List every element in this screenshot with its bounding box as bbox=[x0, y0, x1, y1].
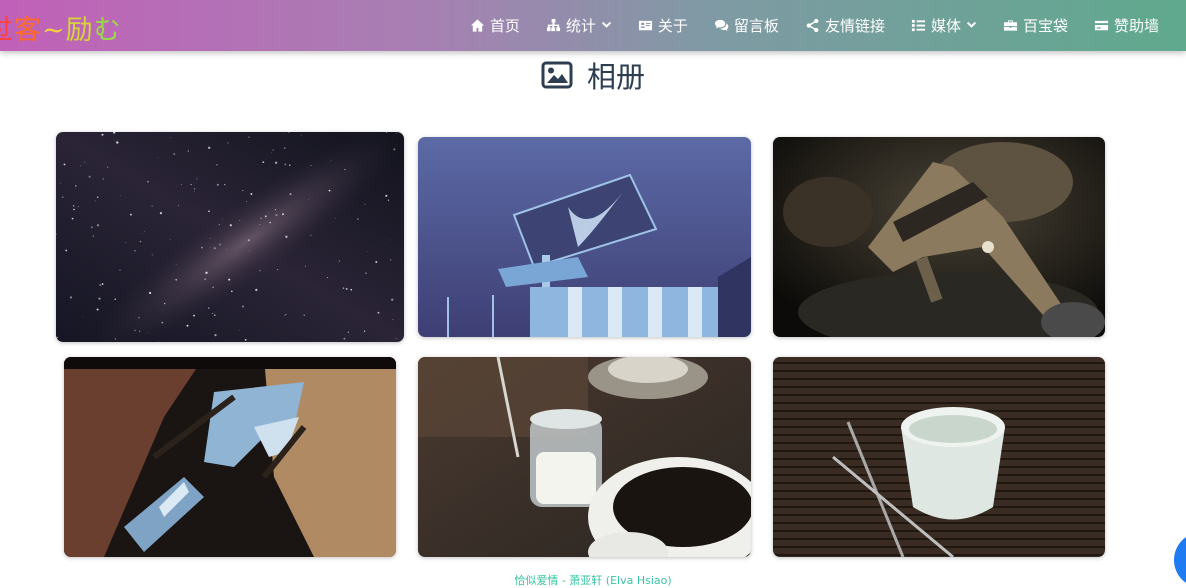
logo-char: 励 bbox=[65, 15, 94, 46]
image-icon bbox=[541, 61, 573, 89]
photo-building-up bbox=[64, 357, 396, 557]
photo-billboard bbox=[418, 137, 751, 337]
nav-item-media[interactable]: 媒体 bbox=[898, 0, 990, 51]
page-title: 相册 bbox=[0, 55, 1186, 95]
nav-item-about[interactable]: 关于 bbox=[625, 0, 701, 51]
logo-char: む bbox=[93, 15, 122, 46]
nav-label: 关于 bbox=[657, 17, 688, 35]
nav-label: 百宝袋 bbox=[1022, 17, 1068, 35]
chevron-down-icon bbox=[601, 21, 611, 28]
logo-char: 过 bbox=[0, 8, 14, 47]
nav-label: 留言板 bbox=[733, 17, 779, 35]
sitemap-icon bbox=[546, 18, 560, 32]
comments-icon bbox=[714, 19, 729, 31]
logo-char: ~ bbox=[42, 15, 66, 46]
logo-char: 客 bbox=[14, 15, 42, 46]
main-nav: 首页 统计 关于 留言板 友情链接 媒体 百宝袋 赞助墙 bbox=[457, 0, 1172, 51]
nav-item-sponsor-wall[interactable]: 赞助墙 bbox=[1081, 0, 1172, 51]
nav-label: 媒体 bbox=[930, 17, 961, 35]
album-photo[interactable] bbox=[418, 137, 751, 337]
nav-item-friend-links[interactable]: 友情链接 bbox=[792, 0, 898, 51]
album-photo[interactable] bbox=[64, 357, 396, 557]
album-photo[interactable] bbox=[773, 357, 1105, 557]
nav-item-home[interactable]: 首页 bbox=[457, 0, 533, 51]
site-logo[interactable]: 过客~励む bbox=[0, 8, 122, 47]
nav-item-toolbox[interactable]: 百宝袋 bbox=[990, 0, 1081, 51]
album-photo[interactable] bbox=[56, 132, 404, 342]
home-icon bbox=[470, 19, 484, 32]
photo-cup-chopsticks bbox=[773, 357, 1105, 557]
toolbox-icon bbox=[1003, 20, 1018, 31]
nav-label: 友情链接 bbox=[824, 17, 885, 35]
id-card-icon bbox=[638, 20, 652, 31]
nav-item-stats[interactable]: 统计 bbox=[533, 0, 625, 51]
nav-label: 首页 bbox=[489, 17, 520, 35]
photo-rifle-helmet bbox=[773, 137, 1105, 337]
credit-card-icon bbox=[1094, 20, 1109, 31]
chevron-down-icon bbox=[966, 21, 977, 28]
top-navbar: 过客~励む 首页 统计 关于 留言板 友情链接 媒体 bbox=[0, 0, 1186, 51]
nav-label: 赞助墙 bbox=[1113, 17, 1159, 35]
list-icon bbox=[911, 19, 926, 32]
photo-coffee-milk bbox=[418, 357, 751, 557]
nav-label: 统计 bbox=[565, 17, 596, 35]
photo-milky-way bbox=[56, 132, 404, 342]
share-icon bbox=[806, 18, 819, 33]
nav-item-guestbook[interactable]: 留言板 bbox=[701, 0, 792, 51]
page-title-text: 相册 bbox=[586, 60, 645, 94]
album-photo[interactable] bbox=[773, 137, 1105, 337]
album-photo[interactable] bbox=[418, 357, 751, 557]
now-playing-caption[interactable]: 恰似爱情 - 萧亚轩 (Elva Hsiao) bbox=[0, 572, 1186, 588]
